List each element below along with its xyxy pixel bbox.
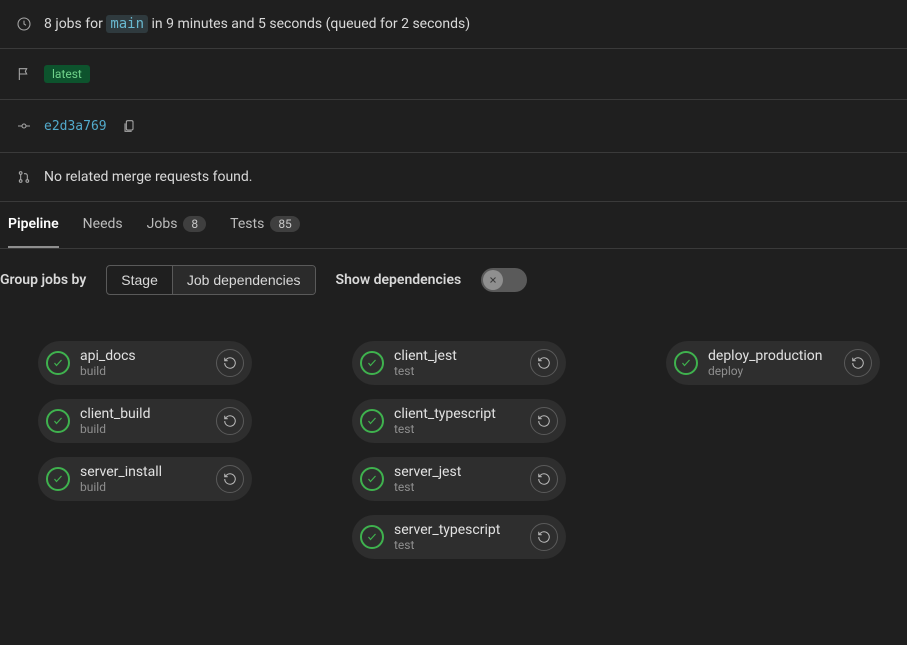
commit-hash-link[interactable]: e2d3a769: [44, 119, 107, 134]
retry-job-button[interactable]: [530, 349, 558, 377]
job-text: api_docsbuild: [80, 348, 206, 378]
toggle-knob: [483, 270, 503, 290]
job-text: server_typescripttest: [394, 522, 520, 552]
merge-requests-row: No related merge requests found.: [0, 153, 907, 202]
status-passed-icon: [46, 351, 70, 375]
duration-text: in 9 minutes and 5 seconds (queued for 2…: [148, 16, 470, 32]
job-name: client_build: [80, 406, 206, 422]
job-pill[interactable]: client_jesttest: [352, 341, 566, 385]
status-passed-icon: [360, 351, 384, 375]
tab-needs[interactable]: Needs: [83, 202, 123, 248]
job-text: deploy_productiondeploy: [708, 348, 834, 378]
show-dependencies-label: Show dependencies: [336, 272, 462, 288]
latest-badge: latest: [44, 65, 90, 83]
job-name: client_typescript: [394, 406, 520, 422]
tab-tests-count: 85: [270, 216, 300, 232]
tab-needs-label: Needs: [83, 216, 123, 232]
show-dependencies-toggle[interactable]: [481, 268, 527, 292]
job-stage-label: test: [394, 538, 520, 552]
job-name: server_install: [80, 464, 206, 480]
group-by-dependencies-button[interactable]: Job dependencies: [172, 266, 315, 294]
tab-tests[interactable]: Tests 85: [230, 202, 300, 248]
retry-job-button[interactable]: [844, 349, 872, 377]
clipboard-icon: [121, 118, 137, 134]
job-text: server_jesttest: [394, 464, 520, 494]
job-name: deploy_production: [708, 348, 834, 364]
latest-row: latest: [0, 49, 907, 100]
job-stage-label: build: [80, 364, 206, 378]
job-text: client_typescripttest: [394, 406, 520, 436]
stage-column: client_jesttestclient_typescripttestserv…: [352, 341, 566, 559]
group-by-label: Group jobs by: [0, 272, 86, 288]
retry-job-button[interactable]: [216, 465, 244, 493]
clock-icon: [16, 16, 32, 32]
status-passed-icon: [360, 409, 384, 433]
job-name: server_typescript: [394, 522, 520, 538]
job-pill[interactable]: server_installbuild: [38, 457, 252, 501]
job-name: server_jest: [394, 464, 520, 480]
jobs-count-prefix: 8 jobs for: [44, 16, 106, 32]
tab-pipeline-label: Pipeline: [8, 216, 59, 232]
job-stage-label: test: [394, 364, 520, 378]
job-pill[interactable]: server_typescripttest: [352, 515, 566, 559]
group-by-stage-button[interactable]: Stage: [107, 266, 172, 294]
pipeline-summary-text: 8 jobs for main in 9 minutes and 5 secon…: [44, 16, 470, 32]
status-passed-icon: [674, 351, 698, 375]
commit-row: e2d3a769: [0, 100, 907, 153]
job-pill[interactable]: api_docsbuild: [38, 341, 252, 385]
status-passed-icon: [360, 467, 384, 491]
job-pill[interactable]: server_jesttest: [352, 457, 566, 501]
job-stage-label: test: [394, 422, 520, 436]
job-name: api_docs: [80, 348, 206, 364]
pipeline-summary-row: 8 jobs for main in 9 minutes and 5 secon…: [0, 0, 907, 49]
job-name: client_jest: [394, 348, 520, 364]
job-stage-label: deploy: [708, 364, 834, 378]
tab-pipeline[interactable]: Pipeline: [8, 202, 59, 248]
pipeline-graph: api_docsbuildclient_buildbuildserver_ins…: [0, 311, 907, 559]
job-text: client_jesttest: [394, 348, 520, 378]
stage-column: deploy_productiondeploy: [666, 341, 880, 559]
status-passed-icon: [46, 467, 70, 491]
tab-jobs-label: Jobs: [147, 216, 178, 232]
job-text: server_installbuild: [80, 464, 206, 494]
pipeline-tabs: Pipeline Needs Jobs 8 Tests 85: [0, 202, 907, 249]
flag-icon: [16, 66, 32, 82]
commit-icon: [16, 118, 32, 134]
status-passed-icon: [360, 525, 384, 549]
group-by-segmented: Stage Job dependencies: [106, 265, 315, 295]
retry-job-button[interactable]: [216, 349, 244, 377]
copy-commit-button[interactable]: [119, 116, 139, 136]
retry-job-button[interactable]: [530, 407, 558, 435]
job-text: client_buildbuild: [80, 406, 206, 436]
retry-job-button[interactable]: [530, 465, 558, 493]
job-pill[interactable]: client_buildbuild: [38, 399, 252, 443]
status-passed-icon: [46, 409, 70, 433]
tab-jobs[interactable]: Jobs 8: [147, 202, 207, 248]
stage-column: api_docsbuildclient_buildbuildserver_ins…: [38, 341, 252, 559]
merge-request-icon: [16, 169, 32, 185]
branch-name[interactable]: main: [106, 15, 148, 33]
job-pill[interactable]: deploy_productiondeploy: [666, 341, 880, 385]
job-stage-label: test: [394, 480, 520, 494]
tab-tests-label: Tests: [230, 216, 264, 232]
retry-job-button[interactable]: [216, 407, 244, 435]
merge-requests-text: No related merge requests found.: [44, 169, 252, 185]
retry-job-button[interactable]: [530, 523, 558, 551]
tab-jobs-count: 8: [183, 216, 206, 232]
job-stage-label: build: [80, 480, 206, 494]
job-stage-label: build: [80, 422, 206, 436]
controls-row: Group jobs by Stage Job dependencies Sho…: [0, 249, 907, 311]
close-icon: [488, 275, 498, 285]
job-pill[interactable]: client_typescripttest: [352, 399, 566, 443]
